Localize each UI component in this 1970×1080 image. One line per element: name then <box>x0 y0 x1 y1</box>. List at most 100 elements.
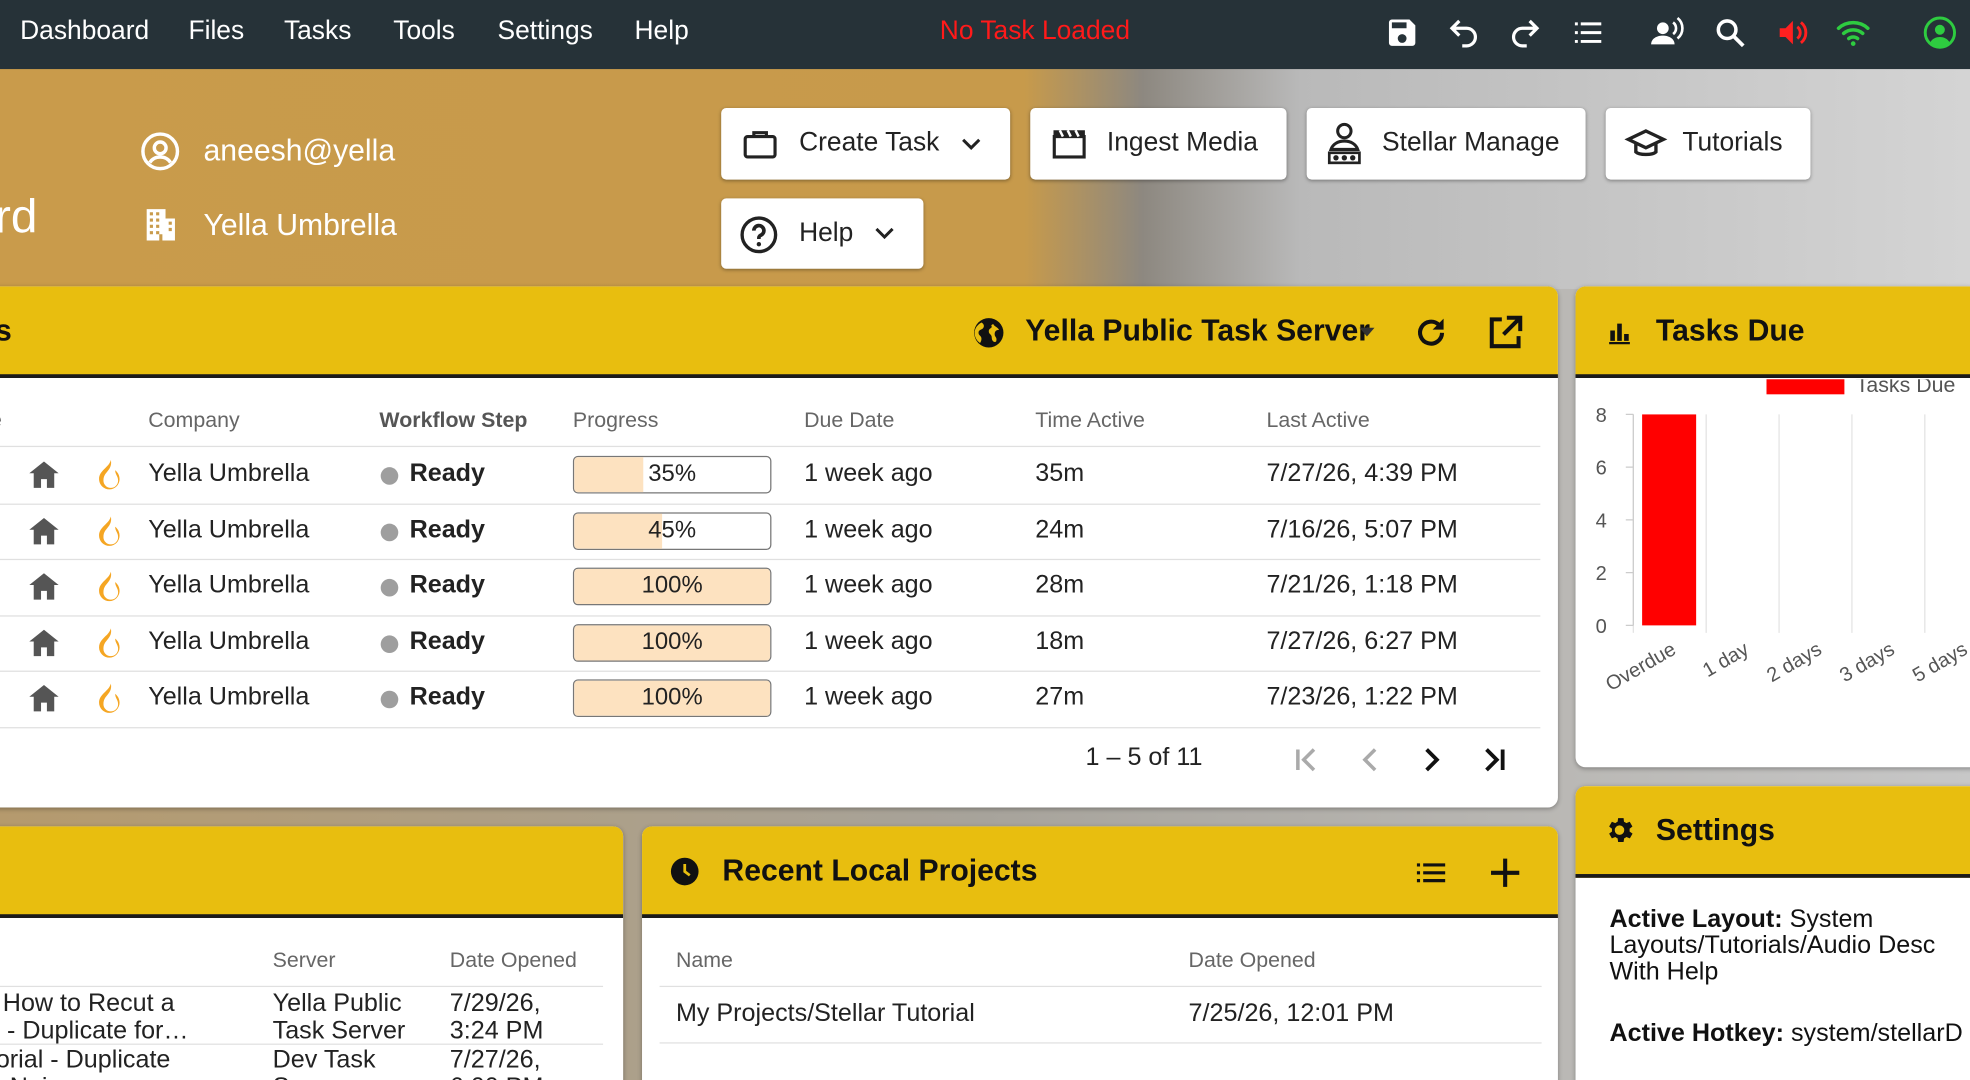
home-icon[interactable] <box>26 569 61 610</box>
column-header-partial: e <box>0 408 2 433</box>
pagination-range: 1 – 5 of 11 <box>1085 743 1203 772</box>
globe-icon <box>974 318 1004 348</box>
active-layout-value-line2: Layouts/Tutorials/Audio Desc <box>1609 931 1936 960</box>
stellar-manage-button[interactable]: Stellar Manage <box>1306 107 1586 180</box>
volume-icon[interactable] <box>1775 15 1810 50</box>
next-page-icon[interactable] <box>1413 742 1448 777</box>
add-icon[interactable] <box>1486 854 1524 892</box>
menu-help[interactable]: Help <box>634 16 688 46</box>
column-header-server[interactable]: Server <box>273 948 336 973</box>
menu-tools[interactable]: Tools <box>393 16 455 46</box>
column-header-last-active[interactable]: Last Active <box>1266 408 1369 433</box>
stellar-manage-label: Stellar Manage <box>1382 128 1560 157</box>
column-header-workflow-step[interactable]: Workflow Step <box>379 408 527 433</box>
account-icon[interactable] <box>1922 15 1957 50</box>
tutorials-button[interactable]: Tutorials <box>1605 107 1811 180</box>
open-external-icon[interactable] <box>1485 313 1525 353</box>
row-last-active: 7/21/26, 1:18 PM <box>1266 571 1458 600</box>
active-layout-value-line3: With Help <box>1609 958 1719 986</box>
row-due-date: 1 week ago <box>804 683 933 711</box>
recent-local-projects-header: Recent Local Projects <box>642 826 1558 918</box>
row-due-date: 1 week ago <box>804 459 933 488</box>
column-header-company[interactable]: Company <box>148 408 239 433</box>
menu-settings[interactable]: Settings <box>498 16 593 46</box>
row-workflow-step: Ready <box>409 571 486 600</box>
recent-local-projects-card: Recent Local Projects Name Date Opened M… <box>642 826 1558 1080</box>
row-due-date: 1 week ago <box>804 627 933 655</box>
bar-chart-icon <box>1609 323 1630 345</box>
progress-label: 100% <box>641 628 703 655</box>
recent-project-server-line2: Server <box>273 1074 347 1080</box>
list-icon[interactable] <box>1571 15 1606 50</box>
y-tick-label: 8 <box>1596 405 1607 427</box>
column-header-due-date[interactable]: Due Date <box>804 408 894 433</box>
create-task-button[interactable]: Create Task <box>721 107 1011 180</box>
x-tick-label: 5 days <box>1909 638 1970 687</box>
fire-icon <box>92 681 127 722</box>
column-header-date-opened[interactable]: Date Opened <box>1189 948 1316 973</box>
row-last-active: 7/23/26, 1:22 PM <box>1266 683 1458 711</box>
column-header-name[interactable]: Name <box>676 948 733 973</box>
status-dot <box>380 690 399 709</box>
tasks-card-title: s <box>0 314 12 349</box>
row-last-active: 7/16/26, 5:07 PM <box>1266 515 1458 544</box>
save-icon[interactable] <box>1385 15 1420 50</box>
project-date-opened: 7/25/26, 12:01 PM <box>1188 999 1394 1028</box>
row-divider <box>0 726 1541 728</box>
fire-icon <box>92 457 127 498</box>
column-header-date-opened[interactable]: Date Opened <box>450 948 577 973</box>
menu-files[interactable]: Files <box>188 16 244 46</box>
help-circle-icon <box>740 216 778 254</box>
row-company: Yella Umbrella <box>148 683 310 711</box>
company-icon <box>146 209 175 241</box>
settings-title: Settings <box>1655 813 1775 848</box>
tasks-due-title: Tasks Due <box>1655 313 1805 348</box>
recent-project-name: g: How to Recut aile - Duplicate for… <box>0 990 189 1045</box>
active-hotkey-setting[interactable]: Active Hotkey: system/stellarD <box>1609 1020 1962 1049</box>
tutorials-label: Tutorials <box>1682 128 1783 157</box>
company-name: Yella Umbrella <box>203 208 397 243</box>
server-selector[interactable]: Yella Public Task Server <box>1025 314 1370 349</box>
clock-icon <box>670 857 699 886</box>
top-app-bar: Dashboard Files Tasks Tools Settings Hel… <box>0 0 1970 70</box>
fire-icon <box>92 513 127 554</box>
row-divider <box>0 558 1541 561</box>
briefcase-icon <box>743 131 777 159</box>
recent-project-date-line1: 7/27/26, <box>449 1046 541 1074</box>
redo-icon[interactable] <box>1508 15 1543 50</box>
last-page-icon[interactable] <box>1476 742 1511 777</box>
progress-label: 35% <box>648 460 697 488</box>
home-icon[interactable] <box>26 457 61 498</box>
settings-card: Settings Active Layout: System Layouts/T… <box>1575 786 1970 1080</box>
caret-down-icon[interactable] <box>1357 324 1377 339</box>
row-divider <box>659 1042 1542 1044</box>
home-icon[interactable] <box>26 681 61 722</box>
row-company: Yella Umbrella <box>148 459 310 488</box>
column-header-time-active[interactable]: Time Active <box>1035 408 1145 433</box>
tasks-card: s Yella Public Task Server e Company Wor… <box>0 286 1558 808</box>
header-divider <box>0 445 1541 448</box>
ingest-media-button[interactable]: Ingest Media <box>1030 107 1287 180</box>
column-header-progress[interactable]: Progress <box>573 408 658 433</box>
list-icon[interactable] <box>1411 854 1451 892</box>
chevron-down-icon <box>962 138 981 150</box>
row-workflow-step: Ready <box>409 515 486 544</box>
gear-icon <box>1609 818 1633 843</box>
previous-page-icon[interactable] <box>1353 742 1388 777</box>
wifi-icon[interactable] <box>1836 15 1871 50</box>
home-icon[interactable] <box>26 513 61 554</box>
settings-header: Settings <box>1575 786 1970 878</box>
help-button[interactable]: Help <box>721 198 924 269</box>
help-label: Help <box>799 218 854 248</box>
user-icon <box>141 132 180 171</box>
fire-icon <box>92 625 127 666</box>
voice-icon[interactable] <box>1650 15 1685 50</box>
first-page-icon[interactable] <box>1289 742 1324 777</box>
search-icon[interactable] <box>1712 15 1747 50</box>
home-icon[interactable] <box>26 625 61 666</box>
undo-icon[interactable] <box>1446 15 1481 50</box>
active-layout-setting[interactable]: Active Layout: System Layouts/Tutorials/… <box>1609 906 1936 986</box>
refresh-icon[interactable] <box>1412 314 1450 352</box>
menu-tasks[interactable]: Tasks <box>284 16 351 46</box>
menu-dashboard[interactable]: Dashboard <box>20 16 149 46</box>
